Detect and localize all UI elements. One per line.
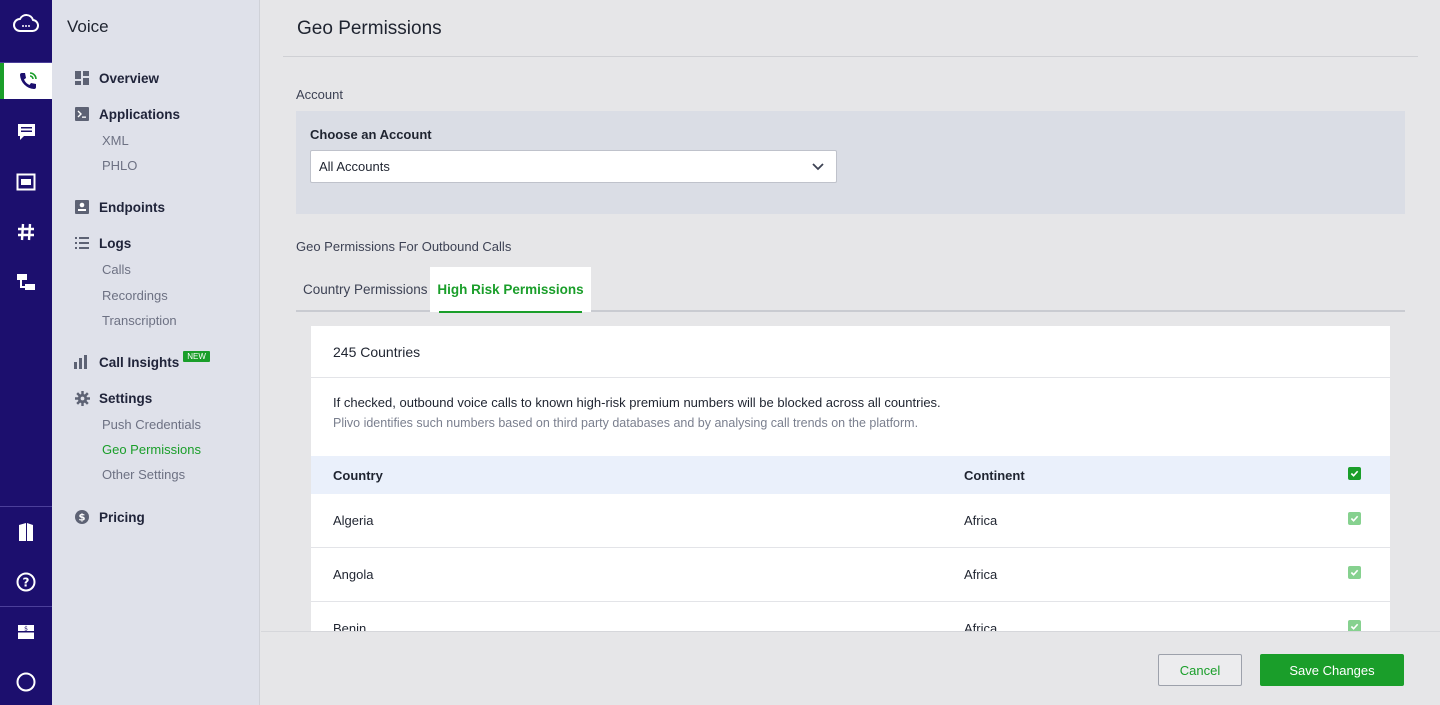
list-icon xyxy=(74,235,90,251)
nav-endpoints-label: Endpoints xyxy=(99,199,165,215)
new-badge: NEW xyxy=(183,350,210,362)
high-risk-card: 245 Countries If checked, outbound voice… xyxy=(311,326,1390,631)
nav-endpoints[interactable]: Endpoints xyxy=(74,199,165,215)
account-icon[interactable] xyxy=(0,659,52,705)
table-row: Angola Africa xyxy=(311,548,1390,602)
nav-transcription[interactable]: Transcription xyxy=(102,313,177,328)
cloud-icon[interactable] xyxy=(0,1,52,47)
row-continent: Africa xyxy=(964,513,998,528)
nav-settings-label: Settings xyxy=(99,390,153,406)
outbound-section-label: Geo Permissions For Outbound Calls xyxy=(296,239,512,254)
terminal-icon xyxy=(74,106,90,122)
row-checkbox[interactable] xyxy=(1348,620,1361,631)
account-select[interactable]: All Accounts xyxy=(310,150,837,183)
permission-tabs: Country Permissions High Risk Permission… xyxy=(296,267,1405,313)
hash-icon[interactable] xyxy=(0,209,52,255)
main-content: Geo Permissions Account Choose an Accoun… xyxy=(261,0,1440,705)
row-checkbox[interactable] xyxy=(1348,566,1361,579)
tab-country-permissions[interactable]: Country Permissions xyxy=(296,267,430,312)
table-header: Country Continent xyxy=(311,456,1390,494)
row-country: Algeria xyxy=(333,513,374,528)
nav-settings[interactable]: Settings xyxy=(74,390,152,406)
message-icon[interactable] xyxy=(0,108,52,154)
table-row: Algeria Africa xyxy=(311,494,1390,548)
nav-pricing[interactable]: $ Pricing xyxy=(74,509,145,525)
nav-calls[interactable]: Calls xyxy=(102,262,131,277)
high-risk-subdescription: Plivo identifies such numbers based on t… xyxy=(333,416,919,430)
sip-icon[interactable] xyxy=(0,159,52,205)
nav-call-insights[interactable]: Call Insights NEW xyxy=(74,350,210,370)
nav-overview[interactable]: Overview xyxy=(74,70,159,86)
nav-geo-permissions[interactable]: Geo Permissions xyxy=(102,442,201,457)
row-country: Angola xyxy=(333,567,374,582)
nav-pricing-label: Pricing xyxy=(99,509,145,525)
dollar-circle-icon: $ xyxy=(74,509,90,525)
nav-recordings[interactable]: Recordings xyxy=(102,288,168,303)
chevron-down-icon xyxy=(812,160,824,175)
cancel-button[interactable]: Cancel xyxy=(1158,654,1242,686)
svg-text:$: $ xyxy=(79,513,86,524)
flow-icon[interactable] xyxy=(0,259,52,305)
account-section-label: Account xyxy=(296,87,343,102)
nav-applications[interactable]: Applications xyxy=(74,106,180,122)
countries-count: 245 Countries xyxy=(311,326,1390,378)
nav-overview-label: Overview xyxy=(99,70,160,86)
nav-logs[interactable]: Logs xyxy=(74,235,131,251)
nav-applications-label: Applications xyxy=(99,106,181,122)
icon-rail: ? $ xyxy=(0,0,52,705)
tab-country-permissions-label: Country Permissions xyxy=(303,282,428,297)
nav-phlo[interactable]: PHLO xyxy=(102,158,137,173)
title-divider xyxy=(283,56,1418,57)
gear-icon xyxy=(74,390,90,406)
nav-call-insights-label: Call Insights xyxy=(99,354,180,370)
bar-chart-icon xyxy=(74,354,90,370)
action-footer: Cancel Save Changes xyxy=(261,631,1440,705)
nav-xml[interactable]: XML xyxy=(102,133,129,148)
save-changes-button[interactable]: Save Changes xyxy=(1260,654,1404,686)
row-continent: Africa xyxy=(964,567,998,582)
column-continent: Continent xyxy=(964,468,1025,483)
nav-logs-label: Logs xyxy=(99,235,132,251)
row-continent: Africa xyxy=(964,621,998,631)
nav-other-settings[interactable]: Other Settings xyxy=(102,467,185,482)
table-row: Benin Africa xyxy=(311,602,1390,631)
account-select-value: All Accounts xyxy=(319,159,390,174)
nav-push-credentials[interactable]: Push Credentials xyxy=(102,417,201,432)
tab-high-risk-permissions[interactable]: High Risk Permissions xyxy=(430,267,591,313)
choose-account-label: Choose an Account xyxy=(310,127,432,142)
tab-high-risk-permissions-label: High Risk Permissions xyxy=(437,282,584,297)
voice-subnav: Voice Overview Applications XML PHLO End… xyxy=(52,0,260,705)
subnav-title: Voice xyxy=(67,17,109,36)
billing-icon[interactable]: $ xyxy=(0,609,52,655)
help-icon[interactable]: ? xyxy=(0,559,52,605)
endpoint-icon xyxy=(74,199,90,215)
select-all-checkbox[interactable] xyxy=(1348,467,1361,480)
active-tab-underline xyxy=(439,311,582,313)
account-panel: Choose an Account All Accounts xyxy=(296,111,1405,214)
high-risk-description: If checked, outbound voice calls to know… xyxy=(333,395,941,410)
book-icon[interactable] xyxy=(0,509,52,555)
svg-text:$: $ xyxy=(24,626,28,633)
page-title: Geo Permissions xyxy=(297,18,442,39)
dashboard-icon xyxy=(74,70,90,86)
row-country: Benin xyxy=(333,621,367,631)
phone-icon[interactable] xyxy=(0,63,52,99)
row-checkbox[interactable] xyxy=(1348,512,1361,525)
svg-text:?: ? xyxy=(23,576,30,590)
column-country: Country xyxy=(333,468,383,483)
